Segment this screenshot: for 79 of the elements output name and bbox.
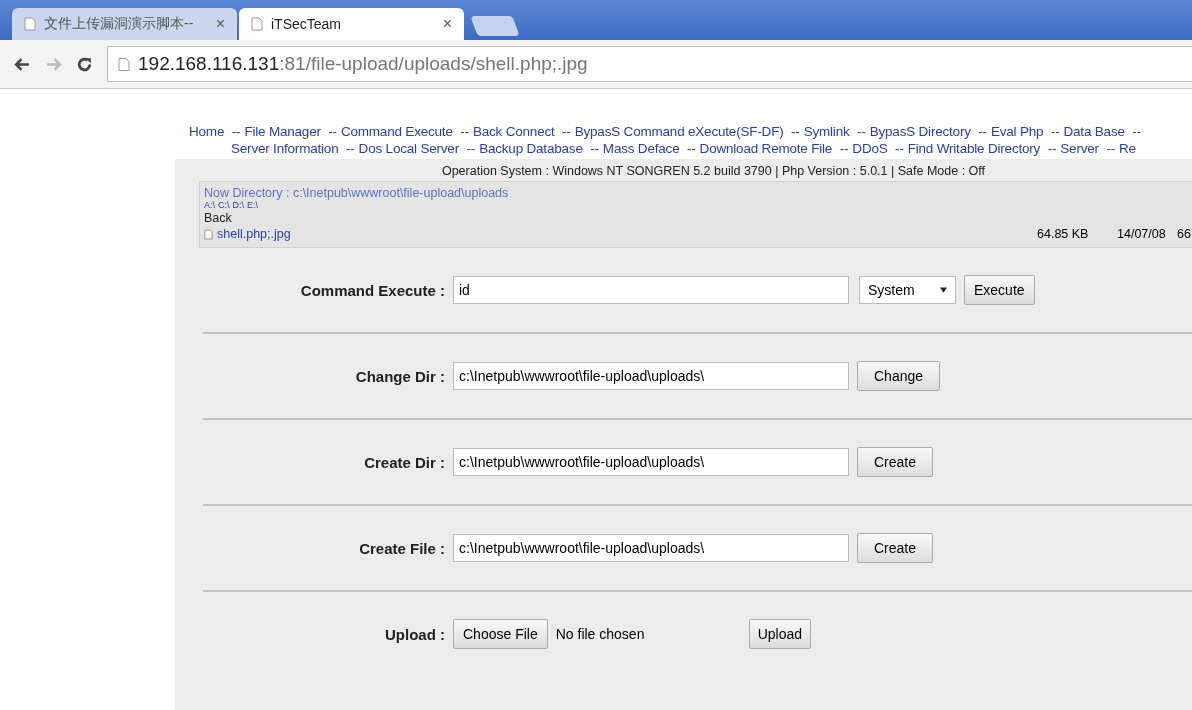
menu-link[interactable]: Server Information bbox=[231, 141, 339, 156]
menu-separator: -- bbox=[1106, 141, 1115, 156]
menu-separator: -- bbox=[346, 141, 355, 156]
address-bar[interactable]: 192.168.116.131:81/file-upload/uploads/shell.php;.jpg bbox=[107, 46, 1192, 82]
tab-title: iTSecTeam bbox=[271, 16, 343, 32]
back-link[interactable]: Back bbox=[204, 211, 1192, 225]
method-dropdown[interactable]: System bbox=[859, 276, 956, 304]
path-field[interactable]: c:\Inetpub\wwwroot\file-upload\uploads\ bbox=[453, 534, 849, 562]
submit-button[interactable]: Create bbox=[857, 533, 934, 563]
submit-button[interactable]: Create bbox=[857, 447, 934, 477]
menu-separator: -- bbox=[791, 124, 800, 139]
menu-link[interactable]: Back Connect bbox=[472, 124, 555, 139]
menu-separator: -- bbox=[590, 141, 599, 156]
drive-link[interactable]: E:\ bbox=[247, 200, 259, 210]
file-size: 64.85 KB bbox=[1037, 227, 1090, 241]
menu-separator: -- bbox=[687, 141, 696, 156]
menu-separator: -- bbox=[895, 141, 904, 156]
page-icon bbox=[24, 17, 36, 31]
menu-link[interactable]: DDoS bbox=[852, 141, 888, 156]
submit-button[interactable]: Change bbox=[857, 361, 941, 391]
menu-separator: -- bbox=[328, 124, 337, 139]
menu-separator: -- bbox=[978, 124, 987, 139]
menu-separator: -- bbox=[466, 141, 476, 156]
browser-tab[interactable]: iTSecTeam × bbox=[239, 8, 464, 40]
system-info: Operation System : Windows NT SONGREN 5.2 build 3790 | Php Version : 5.0.1 | Safe Mode : Off bbox=[440, 163, 987, 180]
back-icon[interactable] bbox=[14, 55, 31, 73]
menu-separator: -- bbox=[1132, 124, 1141, 139]
form-label: Change Dir : bbox=[354, 367, 445, 385]
menu-separator: -- bbox=[839, 141, 849, 156]
file-link[interactable]: shell.php;.jpg bbox=[217, 227, 1037, 241]
menu-link[interactable]: Data Base bbox=[1063, 124, 1125, 139]
menu-link[interactable]: Dos Local Server bbox=[358, 141, 459, 156]
caret-icon bbox=[940, 287, 947, 293]
menu-link[interactable]: Re bbox=[1119, 141, 1136, 156]
menu-link[interactable]: Download Remote File bbox=[699, 141, 833, 156]
form-label: Create File : bbox=[358, 539, 445, 557]
menu-link[interactable]: File Manager bbox=[244, 124, 321, 139]
form-label: Command Execute : bbox=[299, 281, 445, 299]
tab-title: 文件上传漏洞演示脚本-- bbox=[44, 15, 195, 33]
menu-link[interactable]: BypasS Command eXecute(SF-DF) bbox=[574, 124, 784, 139]
file-date: 14/07/08 bbox=[1117, 227, 1167, 241]
form-label: Create Dir : bbox=[363, 453, 445, 471]
menu-link[interactable]: Backup Database bbox=[479, 141, 583, 156]
drive-link[interactable]: D:\ bbox=[232, 200, 245, 210]
upload-button[interactable]: Upload bbox=[748, 619, 812, 649]
drive-link[interactable]: C:\ bbox=[218, 200, 230, 210]
menu-link[interactable]: Symlink bbox=[803, 124, 850, 139]
menu-link[interactable]: Home bbox=[189, 124, 225, 139]
new-tab-button[interactable] bbox=[470, 16, 520, 36]
menu-separator: -- bbox=[1047, 141, 1057, 156]
menu-link[interactable]: Mass Deface bbox=[602, 141, 680, 156]
form-label: Upload : bbox=[384, 625, 445, 643]
path-field[interactable]: c:\Inetpub\wwwroot\file-upload\uploads\ bbox=[453, 448, 849, 476]
menu-link[interactable]: Eval Php bbox=[990, 124, 1044, 139]
menu-link[interactable]: Server bbox=[1060, 141, 1099, 156]
file-icon bbox=[204, 228, 213, 240]
file-status: No file chosen bbox=[555, 626, 646, 642]
menu-link[interactable]: Command Execute bbox=[340, 124, 453, 139]
current-directory[interactable]: Now Directory : c:\Inetpub\wwwroot\file-upload\uploads bbox=[204, 186, 1192, 200]
drive-link[interactable]: A:\ bbox=[204, 200, 215, 210]
menu-separator: -- bbox=[562, 124, 571, 139]
close-icon[interactable]: × bbox=[215, 15, 225, 33]
url-text: 192.168.116.131:81/file-upload/uploads/shell.php;.jpg bbox=[138, 53, 588, 75]
path-field[interactable]: c:\Inetpub\wwwroot\file-upload\uploads\ bbox=[453, 362, 849, 390]
menu-separator: -- bbox=[857, 124, 866, 139]
file-permissions: 66 bbox=[1177, 227, 1192, 241]
reload-icon[interactable] bbox=[76, 55, 93, 73]
page-icon bbox=[118, 56, 130, 72]
close-icon[interactable]: × bbox=[442, 15, 452, 33]
menu-separator: -- bbox=[1050, 124, 1060, 139]
command-field[interactable]: id bbox=[453, 276, 849, 304]
menu-separator: -- bbox=[231, 124, 241, 139]
menu-separator: -- bbox=[460, 124, 469, 139]
menu-link[interactable]: BypasS Directory bbox=[869, 124, 971, 139]
choose-file-button[interactable]: Choose File bbox=[453, 619, 548, 649]
execute-button[interactable]: Execute bbox=[964, 275, 1035, 305]
menu-link[interactable]: Find Writable Directory bbox=[907, 141, 1041, 156]
browser-tab[interactable]: 文件上传漏洞演示脚本-- × bbox=[12, 8, 237, 40]
page-icon bbox=[251, 17, 263, 31]
